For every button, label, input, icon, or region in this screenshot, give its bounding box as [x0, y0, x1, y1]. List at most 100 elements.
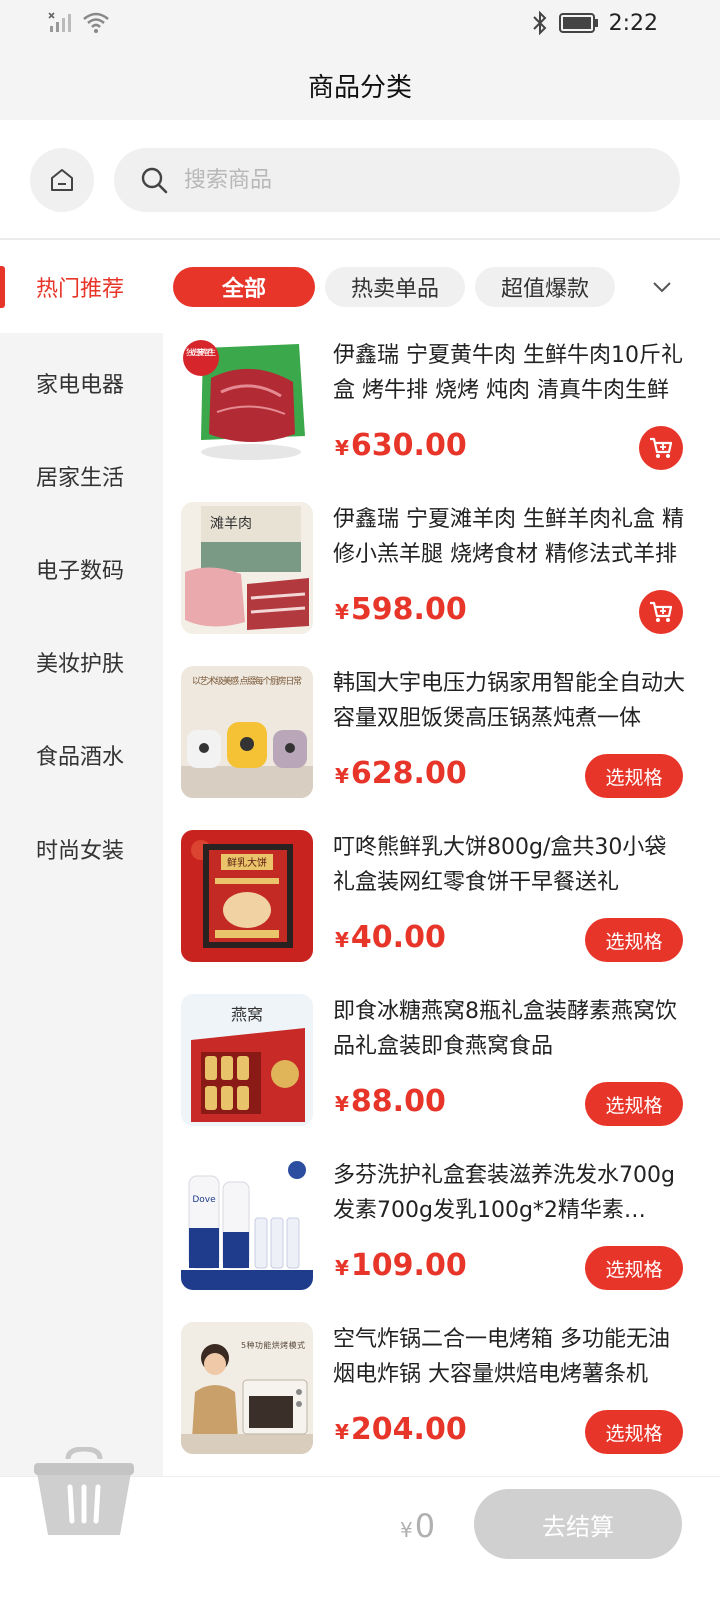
search-input[interactable]	[184, 167, 624, 193]
checkout-button[interactable]: 去结算	[474, 1489, 682, 1559]
product-name: 伊鑫瑞 宁夏黄牛肉 生鲜牛肉10斤礼盒 烤牛排 烧烤 炖肉 清真牛肉生鲜	[333, 343, 683, 403]
currency-symbol: ¥	[335, 764, 349, 788]
add-to-cart-button[interactable]	[639, 590, 683, 634]
product-card[interactable]: Dove 多芬洗护礼盒套装滋养洗发水700g发素700g发乳100g*2精华素1…	[163, 1154, 720, 1318]
product-name: 伊鑫瑞 宁夏滩羊肉 生鲜羊肉礼盒 精修小羔羊腿 烧烤食材 精修法式羊排	[333, 507, 684, 567]
price-value: 88.00	[350, 1084, 446, 1119]
product-name: 叮咚熊鲜乳大饼800g/盒共30小袋礼盒装网红零食饼干早餐送礼	[333, 835, 667, 895]
chip-hot-items[interactable]: 热卖单品	[325, 267, 465, 307]
signal-icon	[48, 12, 71, 32]
status-time: 2:22	[608, 10, 658, 36]
sidebar-item-food-drinks[interactable]: 食品酒水	[0, 708, 163, 801]
sidebar-item-appliances[interactable]: 家电电器	[0, 336, 163, 429]
sidebar-item-label: 食品酒水	[36, 744, 125, 770]
product-card[interactable]: 独立包装 干净卫生 伊鑫瑞 宁夏黄牛肉 生鲜牛肉10斤礼盒 烤牛排 烧烤 炖肉 …	[163, 334, 720, 498]
product-name: 多芬洗护礼盒套装滋养洗发水700g发素700g发乳100g*2精华素100ml	[333, 1163, 675, 1223]
product-price: ¥109.00	[335, 1248, 467, 1283]
product-image: 独立包装 干净卫生	[181, 338, 313, 470]
sidebar-item-label: 时尚女装	[36, 838, 125, 864]
product-price: ¥628.00	[335, 756, 467, 791]
price-value: 204.00	[350, 1412, 467, 1447]
price-value: 109.00	[350, 1248, 467, 1283]
product-image: Dove	[181, 1158, 313, 1290]
wifi-icon	[83, 12, 109, 33]
add-to-cart-button[interactable]	[639, 426, 683, 470]
product-image: 滩羊肉	[181, 502, 313, 634]
currency-symbol: ¥	[335, 1256, 349, 1280]
select-spec-button[interactable]: 选规格	[585, 754, 683, 798]
currency-symbol: ¥	[400, 1518, 413, 1542]
product-card[interactable]: 以艺术级美感 点缀每个厨房日常 韩国大宇电压力锅家用智能全自动大容量双胆饭煲高压…	[163, 662, 720, 826]
product-price: ¥598.00	[335, 592, 467, 627]
product-image: 5种功能烘烤模式	[181, 1322, 313, 1454]
product-name: 韩国大宇电压力锅家用智能全自动大容量双胆饭煲高压锅蒸炖煮一体	[333, 671, 685, 731]
title-bar: 商品分类	[0, 50, 720, 120]
product-image: 燕窝	[181, 994, 313, 1126]
currency-symbol: ¥	[335, 1092, 349, 1116]
sidebar-item-hot[interactable]: 热门推荐	[0, 240, 163, 333]
cart-total: ¥0	[400, 1507, 435, 1545]
product-card[interactable]: 鲜乳大饼 叮咚熊鲜乳大饼800g/盒共30小袋礼盒装网红零食饼干早餐送礼 ¥40…	[163, 826, 720, 990]
product-badge: 以艺术级美感 点缀每个厨房日常	[192, 675, 302, 687]
sidebar-item-beauty[interactable]: 美妆护肤	[0, 615, 163, 708]
sidebar-item-label: 居家生活	[36, 465, 125, 491]
cart-icon	[650, 601, 673, 622]
product-price: ¥204.00	[335, 1412, 467, 1447]
total-value: 0	[414, 1507, 436, 1545]
search-box[interactable]	[114, 148, 680, 212]
sidebar-item-womens-fashion[interactable]: 时尚女装	[0, 802, 163, 895]
currency-symbol: ¥	[335, 436, 349, 460]
product-price: ¥88.00	[335, 1084, 446, 1119]
currency-symbol: ¥	[335, 600, 349, 624]
cart-basket-button[interactable]	[34, 1446, 134, 1537]
product-list: 独立包装 干净卫生 伊鑫瑞 宁夏黄牛肉 生鲜牛肉10斤礼盒 烤牛排 烧烤 炖肉 …	[163, 334, 720, 1476]
select-spec-button[interactable]: 选规格	[585, 918, 683, 962]
price-value: 630.00	[350, 428, 467, 463]
sidebar-item-label: 热门推荐	[36, 276, 125, 302]
battery-icon	[558, 13, 598, 33]
sidebar-item-label: 家电电器	[36, 372, 125, 398]
currency-symbol: ¥	[335, 928, 349, 952]
filter-chips: 全部 热卖单品 超值爆款	[163, 240, 720, 334]
basket-icon	[34, 1446, 134, 1535]
product-badge: 燕窝	[231, 1005, 263, 1024]
price-value: 598.00	[350, 592, 467, 627]
product-card[interactable]: 燕窝 即食冰糖燕窝8瓶礼盒装酵素燕窝饮品礼盒装即食燕窝食品 ¥88.00 选规格	[163, 990, 720, 1154]
price-value: 628.00	[350, 756, 467, 791]
product-name: 即食冰糖燕窝8瓶礼盒装酵素燕窝饮品礼盒装即食燕窝食品	[333, 999, 677, 1059]
status-bar: 2:22	[0, 0, 720, 50]
bluetooth-icon	[532, 10, 547, 36]
product-badge: 滩羊肉	[210, 516, 252, 532]
product-image: 以艺术级美感 点缀每个厨房日常	[181, 666, 313, 798]
category-sidebar: 热门推荐 家电电器 居家生活 电子数码 美妆护肤 食品酒水 时尚女装	[0, 240, 163, 1476]
chip-great-deals[interactable]: 超值爆款	[475, 267, 615, 307]
select-spec-button[interactable]: 选规格	[585, 1410, 683, 1454]
price-value: 40.00	[350, 920, 446, 955]
product-card[interactable]: 5种功能烘烤模式 空气炸锅二合一电烤箱 多功能无油烟电炸锅 大容量烘焙电烤薯条机…	[163, 1318, 720, 1476]
expand-filters-button[interactable]	[647, 272, 677, 302]
search-row	[0, 120, 720, 240]
product-card[interactable]: 滩羊肉 伊鑫瑞 宁夏滩羊肉 生鲜羊肉礼盒 精修小羔羊腿 烧烤食材 精修法式羊排 …	[163, 498, 720, 662]
checkout-bar: ¥0 去结算	[0, 1446, 720, 1600]
sidebar-item-label: 美妆护肤	[36, 651, 125, 677]
status-right: 2:22	[531, 10, 658, 36]
product-price: ¥630.00	[335, 428, 467, 463]
sidebar-item-label: 电子数码	[36, 558, 125, 584]
product-badge: Dove	[192, 1195, 216, 1205]
select-spec-button[interactable]: 选规格	[585, 1246, 683, 1290]
product-badge: 独立包装 干净卫生	[186, 347, 216, 357]
product-badge: 5种功能烘烤模式	[241, 1340, 305, 1350]
page-title: 商品分类	[307, 72, 412, 103]
select-spec-button[interactable]: 选规格	[585, 1082, 683, 1126]
product-name: 空气炸锅二合一电烤箱 多功能无油烟电炸锅 大容量烘焙电烤薯条机	[333, 1327, 670, 1387]
product-price: ¥40.00	[335, 920, 446, 955]
home-button[interactable]	[30, 148, 94, 212]
chip-all[interactable]: 全部	[173, 267, 315, 307]
home-icon	[51, 169, 73, 191]
sidebar-item-digital[interactable]: 电子数码	[0, 522, 163, 615]
sidebar-item-home-living[interactable]: 居家生活	[0, 429, 163, 522]
search-icon	[141, 167, 168, 194]
cart-icon	[650, 437, 673, 458]
product-image: 鲜乳大饼	[181, 830, 313, 962]
currency-symbol: ¥	[335, 1420, 349, 1444]
